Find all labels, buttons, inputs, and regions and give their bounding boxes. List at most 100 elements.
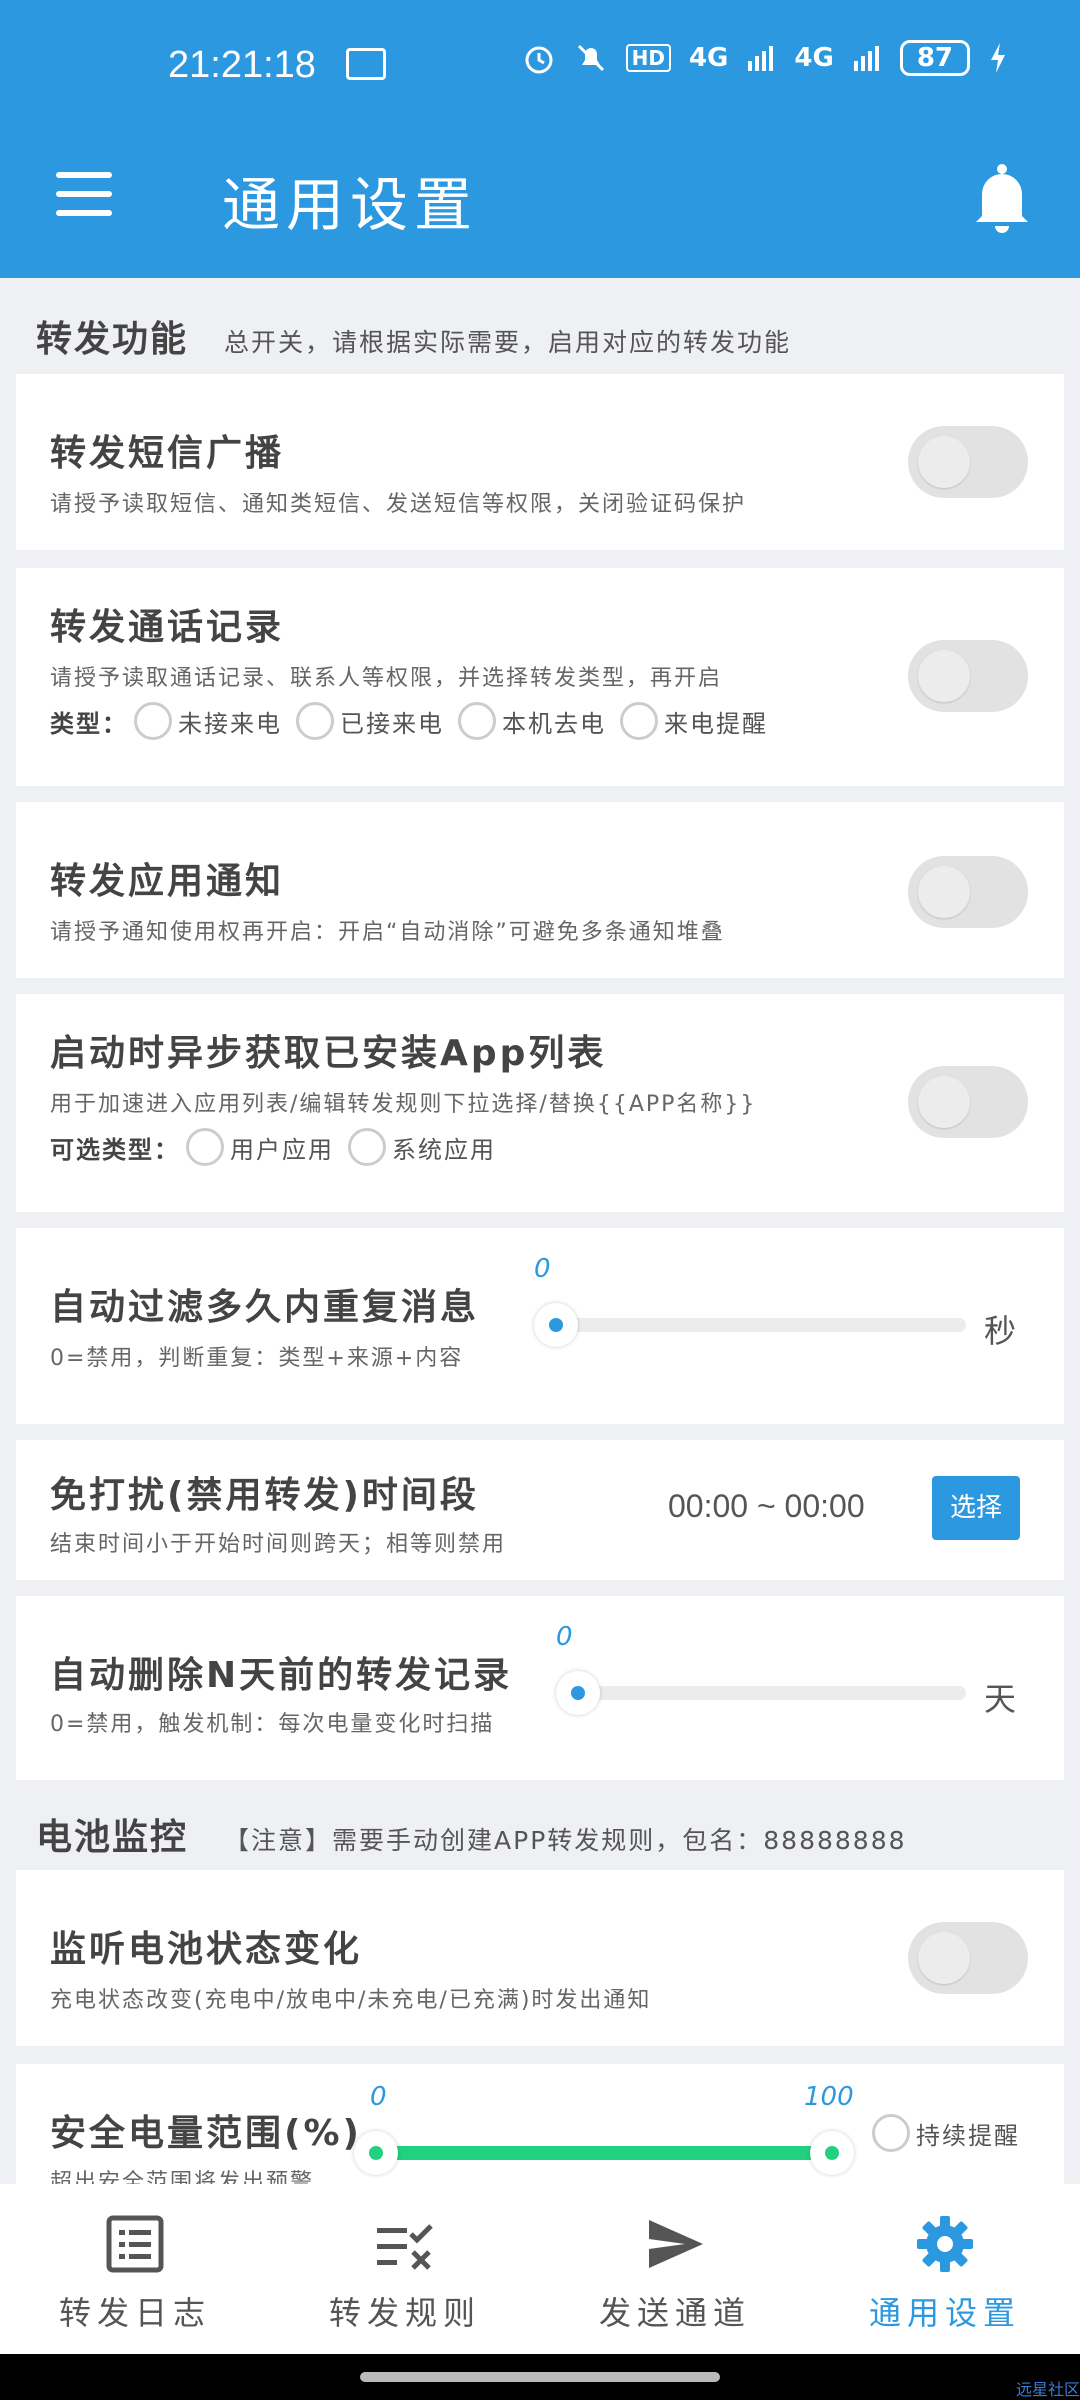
send-icon bbox=[649, 2220, 703, 2268]
radio[interactable] bbox=[186, 1128, 224, 1166]
nav-label: 通用设置 bbox=[868, 2294, 1021, 2332]
slider-track bbox=[564, 1686, 966, 1700]
section-title: 电池监控 bbox=[36, 1817, 189, 1858]
dup-filter-slider[interactable] bbox=[534, 1303, 966, 1347]
option-text: 未接来电 bbox=[178, 709, 282, 738]
slider-min-value: 0 bbox=[370, 2082, 387, 2112]
settings-content[interactable]: 转发功能 总开关，请根据实际需要，启用对应的转发功能 转发短信广播 请授予读取短… bbox=[0, 278, 1080, 2184]
card-title: 启动时异步获取已安装App列表 bbox=[50, 1033, 607, 1074]
nav-item-channels[interactable]: 发送通道 bbox=[540, 2184, 810, 2354]
battery-state-toggle[interactable] bbox=[908, 1922, 1028, 1994]
status-bar: 21:21:18 HD 4G 4G 87 bbox=[0, 0, 1080, 132]
watermark: 远星社区 bbox=[1015, 2380, 1080, 2399]
battery-indicator: 87 bbox=[899, 40, 970, 76]
card-title: 自动过滤多久内重复消息 bbox=[50, 1287, 480, 1328]
gear-icon bbox=[917, 2216, 973, 2272]
radio[interactable] bbox=[348, 1128, 386, 1166]
app-bar: 通用设置 bbox=[0, 132, 1080, 278]
mute-bell-icon bbox=[577, 44, 604, 72]
app-type-options: 可选类型： 用户应用 系统应用 bbox=[50, 1128, 510, 1166]
status-icons: HD 4G 4G 87 bbox=[522, 40, 1008, 76]
card-title: 转发短信广播 bbox=[50, 433, 285, 474]
nav-item-rules[interactable]: 转发规则 bbox=[270, 2184, 540, 2354]
option-incoming[interactable]: 来电提醒 bbox=[620, 702, 768, 740]
slider-fill bbox=[376, 2146, 832, 2160]
option-answered[interactable]: 已接来电 bbox=[296, 702, 444, 740]
rules-check-icon bbox=[377, 2224, 433, 2270]
status-time: 21:21:18 bbox=[168, 44, 316, 86]
option-text: 系统应用 bbox=[392, 1135, 496, 1164]
log-list-icon bbox=[106, 2215, 164, 2273]
section-title: 转发功能 bbox=[36, 319, 189, 360]
card-sms: 转发短信广播 请授予读取短信、通知类短信、发送短信等权限，关闭验证码保护 bbox=[16, 374, 1064, 550]
option-text: 持续提醒 bbox=[916, 2121, 1020, 2150]
slider-thumb[interactable] bbox=[556, 1671, 600, 1715]
network-indicator: 4G bbox=[688, 43, 729, 73]
card-dnd: 免打扰(禁用转发)时间段 结束时间小于开始时间则跨天；相等则禁用 00:00 ~… bbox=[16, 1440, 1064, 1580]
card-title: 监听电池状态变化 bbox=[50, 1929, 363, 1970]
card-desc: 请授予通知使用权再开启：开启“自动消除”可避免多条通知堆叠 bbox=[50, 920, 725, 945]
slider-max-value: 100 bbox=[804, 2082, 854, 2112]
radio[interactable] bbox=[296, 702, 334, 740]
slider-thumb[interactable] bbox=[534, 1303, 578, 1347]
card-battery-state: 监听电池状态变化 充电状态改变(充电中/放电中/未充电/已充满)时发出通知 bbox=[16, 1870, 1064, 2046]
option-label: 类型： bbox=[50, 709, 128, 738]
option-user-apps[interactable]: 用户应用 bbox=[186, 1128, 334, 1166]
nav-item-settings[interactable]: 通用设置 bbox=[810, 2184, 1080, 2354]
slider-track bbox=[542, 1318, 966, 1332]
option-outgoing[interactable]: 本机去电 bbox=[458, 702, 606, 740]
card-desc: 0=禁用，触发机制：每次电量变化时扫描 bbox=[50, 1712, 495, 1737]
radio[interactable] bbox=[872, 2114, 910, 2152]
page-title: 通用设置 bbox=[222, 171, 479, 239]
battery-range-slider[interactable] bbox=[354, 2131, 854, 2175]
bell-icon[interactable] bbox=[972, 162, 1032, 234]
gesture-handle[interactable] bbox=[360, 2372, 720, 2382]
alarm-icon bbox=[525, 46, 553, 74]
radio[interactable] bbox=[620, 702, 658, 740]
card-desc: 请授予读取通话记录、联系人等权限，并选择转发类型，再开启 bbox=[50, 666, 723, 691]
auto-delete-slider[interactable] bbox=[556, 1671, 966, 1715]
app-list-toggle[interactable] bbox=[908, 1066, 1028, 1138]
card-auto-delete: 自动删除N天前的转发记录 0=禁用，触发机制：每次电量变化时扫描 0 天 bbox=[16, 1596, 1064, 1780]
option-label: 可选类型： bbox=[50, 1135, 180, 1164]
card-app-notify: 转发应用通知 请授予通知使用权再开启：开启“自动消除”可避免多条通知堆叠 bbox=[16, 802, 1064, 978]
keep-remind-option[interactable]: 持续提醒 bbox=[872, 2114, 1020, 2152]
select-button[interactable]: 选择 bbox=[932, 1476, 1020, 1540]
unit-label: 天 bbox=[983, 1680, 1016, 1718]
slider-value: 0 bbox=[556, 1622, 573, 1652]
app-notify-toggle[interactable] bbox=[908, 856, 1028, 928]
slider-max-thumb[interactable] bbox=[810, 2131, 854, 2175]
sms-toggle[interactable] bbox=[908, 426, 1028, 498]
radio[interactable] bbox=[458, 702, 496, 740]
option-missed[interactable]: 未接来电 bbox=[134, 702, 282, 740]
card-desc: 用于加速进入应用列表/编辑转发规则下拉选择/替换{{APP名称}} bbox=[50, 1092, 757, 1117]
section-desc: 【注意】需要手动创建APP转发规则，包名：88888888 bbox=[224, 1826, 907, 1855]
card-title: 自动删除N天前的转发记录 bbox=[50, 1655, 513, 1696]
slider-min-thumb[interactable] bbox=[354, 2131, 398, 2175]
slider-value: 0 bbox=[534, 1254, 551, 1284]
option-text: 来电提醒 bbox=[664, 709, 768, 738]
call-toggle[interactable] bbox=[908, 640, 1028, 712]
card-desc: 0=禁用，判断重复：类型+来源+内容 bbox=[50, 1346, 464, 1371]
card-title: 免打扰(禁用转发)时间段 bbox=[50, 1475, 479, 1516]
card-title: 安全电量范围(%) bbox=[50, 2113, 362, 2154]
message-icon bbox=[346, 48, 386, 80]
card-call: 转发通话记录 请授予读取通话记录、联系人等权限，并选择转发类型，再开启 类型： … bbox=[16, 568, 1064, 786]
time-range[interactable]: 00:00 ~ 00:00 bbox=[668, 1488, 865, 1525]
charging-icon bbox=[991, 43, 1005, 73]
section-desc: 总开关，请根据实际需要，启用对应的转发功能 bbox=[224, 328, 792, 357]
unit-label: 秒 bbox=[983, 1312, 1016, 1350]
option-system-apps[interactable]: 系统应用 bbox=[348, 1128, 496, 1166]
bottom-nav: 转发日志 转发规则 发送通道 通用设置 bbox=[0, 2184, 1080, 2354]
section-forwarding: 转发功能 总开关，请根据实际需要，启用对应的转发功能 bbox=[36, 310, 791, 362]
option-text: 用户应用 bbox=[230, 1135, 334, 1164]
option-text: 已接来电 bbox=[340, 709, 444, 738]
signal-icon-2 bbox=[853, 46, 879, 71]
card-dup-filter: 自动过滤多久内重复消息 0=禁用，判断重复：类型+来源+内容 0 秒 bbox=[16, 1228, 1064, 1424]
nav-item-logs[interactable]: 转发日志 bbox=[0, 2184, 270, 2354]
section-battery: 电池监控 【注意】需要手动创建APP转发规则，包名：88888888 bbox=[36, 1808, 907, 1860]
menu-icon[interactable] bbox=[56, 172, 112, 216]
card-desc: 充电状态改变(充电中/放电中/未充电/已充满)时发出通知 bbox=[50, 1988, 652, 2013]
radio[interactable] bbox=[134, 702, 172, 740]
signal-icon bbox=[748, 46, 774, 71]
